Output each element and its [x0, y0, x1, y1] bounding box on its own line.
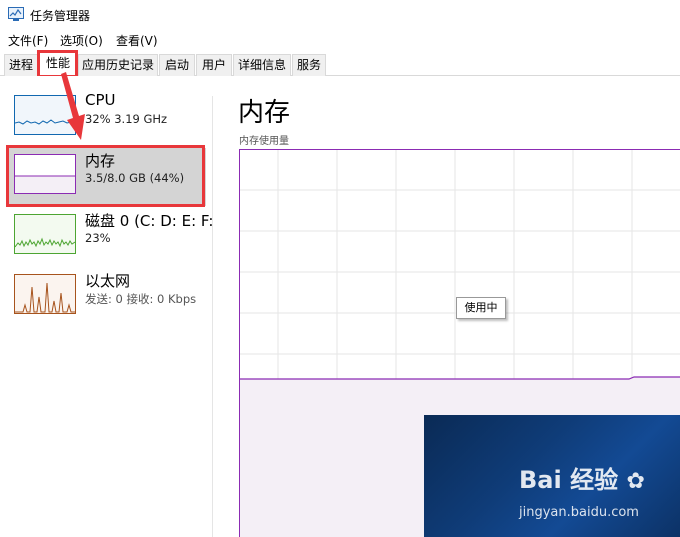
chart-label: 内存使用量 — [239, 136, 289, 147]
ethernet-sparkline — [15, 275, 75, 313]
memory-subtitle: 3.5/8.0 GB (44%) — [85, 171, 185, 185]
disk-title: 磁盘 0 (C: D: E: F: — [85, 212, 214, 230]
disk-item[interactable]: 磁盘 0 (C: D: E: F: 23% — [8, 208, 213, 266]
cpu-item[interactable]: CPU 32% 3.19 GHz — [8, 89, 206, 147]
watermark-logo: Bai 经验 ✿ — [519, 466, 645, 494]
paw-icon: ✿ — [626, 469, 645, 494]
memory-sparkline — [15, 155, 75, 193]
annotation-arrow — [61, 72, 85, 140]
menu-view[interactable]: 查看(V) — [116, 32, 158, 49]
watermark-url: jingyan.baidu.com — [519, 505, 639, 520]
memory-item[interactable]: 内存 3.5/8.0 GB (44%) — [8, 148, 206, 206]
menu-options[interactable]: 选项(O) — [60, 32, 103, 49]
tab-services[interactable]: 服务 — [292, 54, 326, 76]
tab-strip: 进程 性能 应用历史记录 启动 用户 详细信息 服务 — [0, 52, 680, 77]
task-manager-icon — [8, 7, 24, 21]
memory-title: 内存 — [85, 152, 116, 170]
cpu-subtitle: 32% 3.19 GHz — [85, 112, 168, 126]
ethernet-title: 以太网 — [85, 272, 131, 290]
menu-file[interactable]: 文件(F) — [8, 32, 48, 49]
ethernet-thumbnail — [14, 274, 76, 314]
tab-processes[interactable]: 进程 — [4, 54, 38, 76]
title-bar: 任务管理器 — [0, 0, 680, 30]
disk-thumbnail — [14, 214, 76, 254]
watermark-overlay: Bai 经验 ✿ jingyan.baidu.com — [424, 415, 680, 537]
disk-subtitle: 23% — [85, 231, 111, 245]
task-manager-window: 任务管理器 文件(F) 选项(O) 查看(V) 进程 性能 应用历史记录 启动 … — [0, 0, 680, 537]
ethernet-item[interactable]: 以太网 发送: 0 接收: 0 Kbps — [8, 268, 206, 326]
in-use-tooltip: 使用中 — [456, 297, 506, 319]
disk-sparkline — [15, 215, 75, 253]
page-title: 内存 — [238, 98, 291, 128]
ethernet-subtitle: 发送: 0 接收: 0 Kbps — [85, 292, 197, 306]
menu-bar: 文件(F) 选项(O) 查看(V) — [0, 30, 680, 50]
window-title: 任务管理器 — [30, 9, 91, 23]
list-divider — [212, 96, 213, 537]
tab-startup[interactable]: 启动 — [159, 54, 195, 76]
tab-users[interactable]: 用户 — [196, 54, 232, 76]
tab-details[interactable]: 详细信息 — [233, 54, 291, 76]
memory-thumbnail — [14, 154, 76, 194]
